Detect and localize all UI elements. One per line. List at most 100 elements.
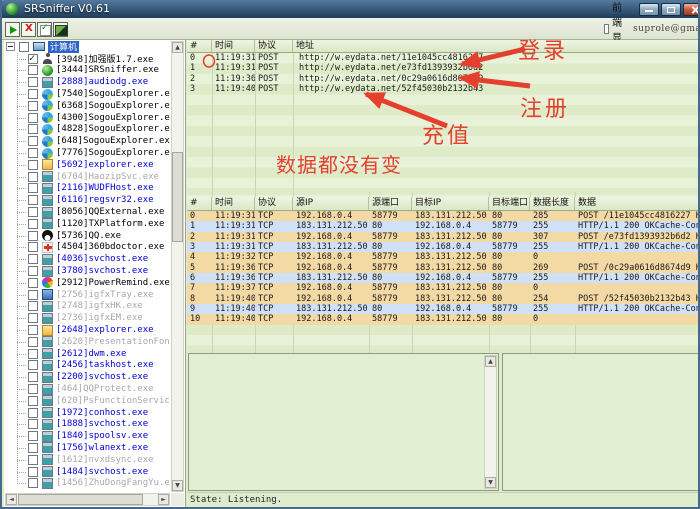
process-checkbox[interactable] bbox=[28, 278, 38, 288]
col-header-time[interactable]: 时间 bbox=[212, 197, 255, 210]
process-item[interactable]: [1456]ZhuDongFangYu.exe bbox=[4, 477, 170, 489]
process-checkbox[interactable] bbox=[28, 231, 38, 241]
process-item[interactable]: [1484]svchost.exe bbox=[4, 466, 170, 478]
process-checkbox[interactable] bbox=[28, 419, 38, 429]
scroll-down-icon[interactable] bbox=[485, 477, 496, 488]
tree-vertical-scrollbar[interactable] bbox=[171, 41, 184, 492]
process-item[interactable]: [2912]PowerRemind.exe bbox=[4, 277, 170, 289]
process-item[interactable]: [6704]HaozipSvc.exe bbox=[4, 171, 170, 183]
tcp-packet-row[interactable]: 8 11:19:40 TCP 192.168.0.4 58779 183.131… bbox=[187, 294, 700, 304]
process-item[interactable]: [3444]SRSniffer.exe bbox=[4, 65, 170, 77]
col-header-dest-ip[interactable]: 目标IP bbox=[412, 197, 489, 210]
tcp-packet-row[interactable]: 4 11:19:32 TCP 192.168.0.4 58779 183.131… bbox=[187, 252, 700, 262]
process-item[interactable]: [2736]igfxEM.exe bbox=[4, 312, 170, 324]
process-item[interactable]: [3780]svchost.exe bbox=[4, 265, 170, 277]
toolbar-button[interactable] bbox=[21, 22, 36, 37]
process-item[interactable]: [6116]regsvr32.exe bbox=[4, 194, 170, 206]
col-header-source-ip[interactable]: 源IP bbox=[293, 197, 369, 210]
title-bar[interactable]: SRSniffer V0.61 bbox=[0, 0, 700, 18]
process-checkbox[interactable] bbox=[28, 148, 38, 158]
col-header-address[interactable]: 地址 bbox=[293, 40, 700, 52]
col-header-time[interactable]: 时间 bbox=[212, 40, 255, 52]
process-item[interactable]: [2620]PresentationFontCach bbox=[4, 336, 170, 348]
tcp-packet-row[interactable]: 9 11:19:40 TCP 183.131.212.50 80 192.168… bbox=[187, 304, 700, 314]
tcp-packet-row[interactable]: 0 11:19:31 TCP 192.168.0.4 58779 183.131… bbox=[187, 211, 700, 221]
scroll-up-icon[interactable] bbox=[172, 42, 183, 53]
process-item[interactable]: [2756]igfxTray.exe bbox=[4, 289, 170, 301]
process-item[interactable]: [1120]TXPlatform.exe bbox=[4, 218, 170, 230]
process-item[interactable]: [1612]nvxdsync.exe bbox=[4, 454, 170, 466]
process-checkbox[interactable] bbox=[28, 290, 38, 300]
process-item[interactable]: [620]PsFunctionService.exe bbox=[4, 395, 170, 407]
http-request-row[interactable]: 2 11:19:36 POST http://w.eydata.net/0c29… bbox=[187, 74, 700, 84]
process-item[interactable]: [4504]360bdoctor.exe bbox=[4, 242, 170, 254]
http-request-row[interactable]: 0 11:19:31 POST http://w.eydata.net/11e1… bbox=[187, 53, 700, 63]
process-item[interactable]: [5736]QQ.exe bbox=[4, 230, 170, 242]
process-checkbox[interactable] bbox=[28, 478, 38, 488]
collapse-icon[interactable] bbox=[6, 42, 15, 51]
process-checkbox[interactable] bbox=[28, 455, 38, 465]
process-checkbox[interactable] bbox=[28, 443, 38, 453]
process-checkbox[interactable] bbox=[28, 408, 38, 418]
process-checkbox[interactable] bbox=[28, 160, 38, 170]
tcp-packet-row[interactable]: 5 11:19:36 TCP 192.168.0.4 58779 183.131… bbox=[187, 263, 700, 273]
process-checkbox[interactable] bbox=[28, 325, 38, 335]
scroll-right-icon[interactable] bbox=[158, 494, 169, 505]
tree-root-computer[interactable]: 计算机 bbox=[4, 41, 170, 53]
tcp-packet-row[interactable]: 3 11:19:31 TCP 183.131.212.50 80 192.168… bbox=[187, 242, 700, 252]
root-checkbox[interactable] bbox=[19, 42, 29, 52]
tcp-packet-row[interactable]: 7 11:19:37 TCP 192.168.0.4 58779 183.131… bbox=[187, 283, 700, 293]
http-request-row[interactable]: 1 11:19:31 POST http://w.eydata.net/e73f… bbox=[187, 63, 700, 73]
process-item[interactable]: [7776]SogouExplorer.exe bbox=[4, 147, 170, 159]
process-checkbox[interactable] bbox=[28, 242, 38, 252]
process-checkbox[interactable] bbox=[28, 207, 38, 217]
close-button[interactable] bbox=[683, 3, 700, 16]
process-checkbox[interactable] bbox=[28, 467, 38, 477]
process-item[interactable]: [2456]taskhost.exe bbox=[4, 360, 170, 372]
process-item[interactable]: [1756]wlanext.exe bbox=[4, 442, 170, 454]
process-checkbox[interactable] bbox=[28, 313, 38, 323]
process-item[interactable]: [1840]spoolsv.exe bbox=[4, 430, 170, 442]
col-header-protocol[interactable]: 协议 bbox=[255, 197, 293, 210]
process-item[interactable]: [2116]WUDFHost.exe bbox=[4, 183, 170, 195]
process-item[interactable]: [2648]explorer.exe bbox=[4, 324, 170, 336]
process-item[interactable]: [464]QQProtect.exe bbox=[4, 383, 170, 395]
process-item[interactable]: [2200]svchost.exe bbox=[4, 371, 170, 383]
process-checkbox[interactable] bbox=[28, 54, 38, 64]
tree-vscroll-thumb[interactable] bbox=[172, 152, 183, 242]
toolbar-button[interactable] bbox=[5, 22, 20, 37]
tcp-packet-row[interactable]: 1 11:19:31 TCP 183.131.212.50 80 192.168… bbox=[187, 221, 700, 231]
tcp-packet-row[interactable]: 6 11:19:36 TCP 183.131.212.50 80 192.168… bbox=[187, 273, 700, 283]
process-checkbox[interactable] bbox=[28, 113, 38, 123]
process-item[interactable]: [4036]svchost.exe bbox=[4, 253, 170, 265]
maximize-button[interactable] bbox=[661, 3, 681, 16]
process-item[interactable]: [5692]explorer.exe bbox=[4, 159, 170, 171]
process-item[interactable]: [4300]SogouExplorer.exe bbox=[4, 112, 170, 124]
http-request-row[interactable]: 3 11:19:40 POST http://w.eydata.net/52f4… bbox=[187, 84, 700, 94]
process-checkbox[interactable] bbox=[28, 254, 38, 264]
col-header-source-port[interactable]: 源端口 bbox=[369, 197, 412, 210]
process-checkbox[interactable] bbox=[28, 349, 38, 359]
minimize-button[interactable] bbox=[639, 3, 659, 16]
process-checkbox[interactable] bbox=[28, 266, 38, 276]
process-checkbox[interactable] bbox=[28, 396, 38, 406]
tcp-packet-row[interactable]: 10 11:19:40 TCP 192.168.0.4 58779 183.13… bbox=[187, 314, 700, 324]
col-header-index[interactable]: # bbox=[187, 197, 212, 210]
process-item[interactable]: [7540]SogouExplorer.exe bbox=[4, 88, 170, 100]
process-item[interactable]: [1972]conhost.exe bbox=[4, 407, 170, 419]
process-item[interactable]: [2888]audiodg.exe bbox=[4, 76, 170, 88]
process-item[interactable]: [6368]SogouExplorer.exe bbox=[4, 100, 170, 112]
process-checkbox[interactable] bbox=[28, 195, 38, 205]
process-checkbox[interactable] bbox=[28, 136, 38, 146]
scroll-left-icon[interactable] bbox=[6, 494, 17, 505]
process-checkbox[interactable] bbox=[28, 219, 38, 229]
col-header-dest-port[interactable]: 目标端口 bbox=[489, 197, 530, 210]
detail-vertical-scrollbar[interactable] bbox=[484, 355, 497, 489]
process-checkbox[interactable] bbox=[28, 360, 38, 370]
tree-horizontal-scrollbar[interactable] bbox=[5, 493, 170, 506]
tree-hscroll-thumb[interactable] bbox=[18, 494, 143, 505]
process-item[interactable]: [2748]igfxHK.exe bbox=[4, 301, 170, 313]
process-checkbox[interactable] bbox=[28, 124, 38, 134]
process-item[interactable]: [4828]SogouExplorer.exe bbox=[4, 124, 170, 136]
process-checkbox[interactable] bbox=[28, 101, 38, 111]
